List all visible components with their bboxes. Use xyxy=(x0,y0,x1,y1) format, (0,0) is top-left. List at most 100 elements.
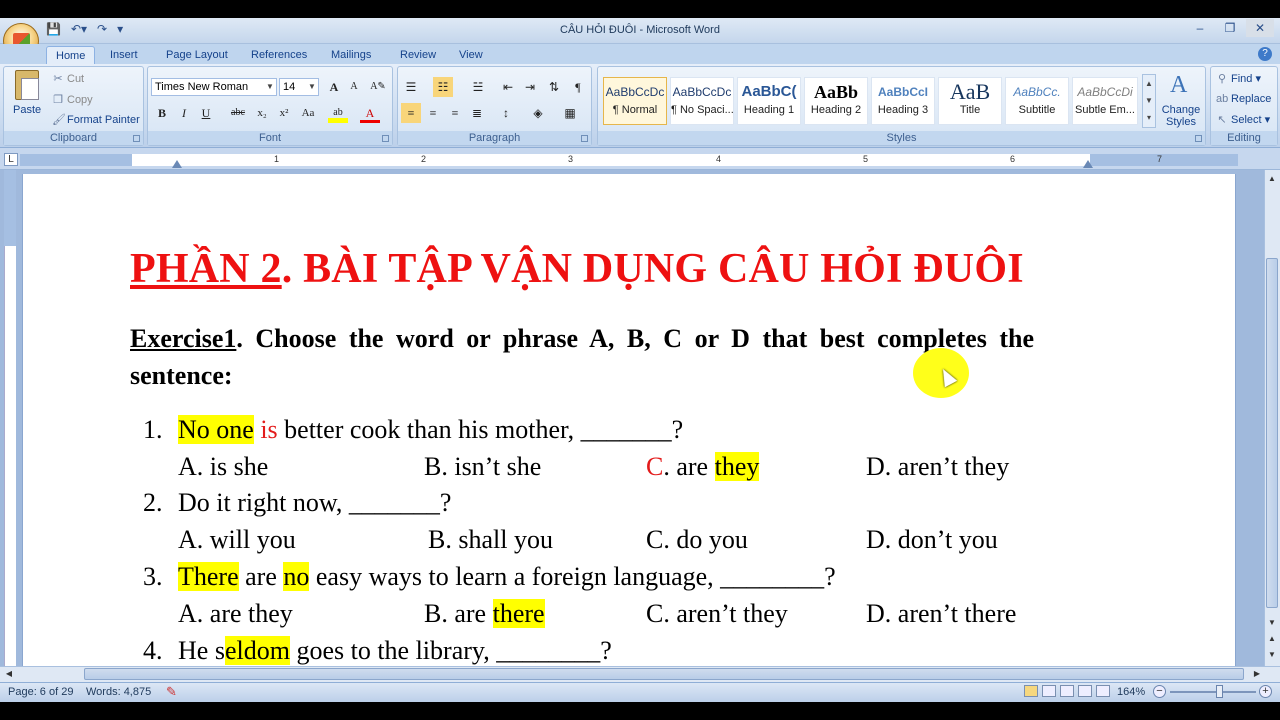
styles-gallery-scroll[interactable]: ▲ ▼ ▾ xyxy=(1142,74,1156,128)
sort-icon[interactable]: ⇅ xyxy=(544,77,564,97)
tab-insert[interactable]: Insert xyxy=(101,46,147,64)
scroll-left-icon[interactable]: ◀ xyxy=(2,667,16,681)
zoom-in-icon[interactable]: + xyxy=(1259,685,1272,698)
web-layout-icon[interactable] xyxy=(1060,685,1074,697)
q3-option-b: B. are there xyxy=(424,599,545,629)
borders-icon[interactable]: ▦ xyxy=(560,103,580,123)
draft-icon[interactable] xyxy=(1096,685,1110,697)
horizontal-scroll-thumb[interactable] xyxy=(84,668,1244,680)
zoom-slider[interactable] xyxy=(1170,691,1256,693)
superscript-button[interactable]: x² xyxy=(274,103,294,123)
clipboard-launcher[interactable] xyxy=(133,135,140,142)
next-page-icon[interactable]: ▼ xyxy=(1265,648,1279,662)
font-size-combo[interactable]: 14 ▼ xyxy=(279,78,319,96)
change-styles-icon[interactable]: A xyxy=(1170,72,1187,99)
tab-view[interactable]: View xyxy=(450,46,492,64)
style-heading-1[interactable]: AaBbC(Heading 1 xyxy=(737,77,801,125)
font-launcher[interactable] xyxy=(382,135,389,142)
print-layout-icon[interactable] xyxy=(1024,685,1038,697)
font-name-combo[interactable]: Times New Roman ▼ xyxy=(151,78,277,96)
highlight-icon[interactable]: ab xyxy=(328,103,348,123)
cut-button[interactable]: ✂ Cut xyxy=(52,72,84,85)
subscript-button[interactable]: x₂ xyxy=(252,103,272,123)
line-spacing-icon[interactable]: ↕ xyxy=(496,103,516,123)
style-name: ¶ Normal xyxy=(612,104,658,116)
font-color-icon[interactable]: A xyxy=(360,103,380,123)
change-styles-button[interactable]: Change Styles xyxy=(1160,104,1202,128)
shading-icon[interactable]: ◈ xyxy=(528,103,548,123)
multilevel-list-icon[interactable]: ☱ xyxy=(468,77,488,97)
style-heading-3[interactable]: AaBbCcI Heading 3 xyxy=(871,77,935,125)
zoom-level[interactable]: 164% xyxy=(1117,686,1145,698)
style-no-spacing[interactable]: AaBbCcDc ¶ No Spaci... xyxy=(670,77,734,125)
tab-references[interactable]: References xyxy=(242,46,316,64)
style-subtitle[interactable]: AaBbCc. Subtitle xyxy=(1005,77,1069,125)
bold-button[interactable]: B xyxy=(152,103,172,123)
styles-launcher[interactable] xyxy=(1195,135,1202,142)
editing-group-label: Editing xyxy=(1211,131,1277,145)
numbering-icon[interactable]: ☷ xyxy=(433,77,453,97)
ruler-number: 1 xyxy=(274,154,280,164)
paragraph-launcher[interactable] xyxy=(581,135,588,142)
style-name: Heading 1 xyxy=(743,104,795,116)
outline-icon[interactable] xyxy=(1078,685,1092,697)
proofing-icon[interactable]: ✎ xyxy=(166,684,177,700)
style-subtle-emphasis[interactable]: AaBbCcDi Subtle Em... xyxy=(1072,77,1138,125)
right-indent-marker[interactable] xyxy=(1083,160,1093,168)
style-heading-2[interactable]: AaBb Heading 2 xyxy=(804,77,868,125)
change-case-button[interactable]: Aa xyxy=(298,103,318,123)
increase-indent-icon[interactable]: ⇥ xyxy=(520,77,540,97)
full-screen-reading-icon[interactable] xyxy=(1042,685,1056,697)
q2-option-b: B. shall you xyxy=(428,525,553,554)
zoom-slider-thumb[interactable] xyxy=(1216,685,1223,698)
replace-button[interactable]: ab Replace xyxy=(1216,93,1271,105)
help-icon[interactable]: ? xyxy=(1258,47,1272,61)
find-button[interactable]: ⚲ Find ▾ xyxy=(1216,72,1261,85)
vertical-scroll-thumb[interactable] xyxy=(1266,258,1278,608)
tab-review[interactable]: Review xyxy=(391,46,445,64)
q2-option-d: D. don’t you xyxy=(866,525,998,554)
style-title[interactable]: AaB Title xyxy=(938,77,1002,125)
copy-button[interactable]: ❐ Copy xyxy=(52,93,93,106)
bullets-icon[interactable]: ☰ xyxy=(401,77,421,97)
word-count[interactable]: Words: 4,875 xyxy=(86,686,151,698)
scroll-up-icon[interactable]: ▲ xyxy=(1265,172,1279,186)
tab-selector[interactable]: L xyxy=(4,153,18,166)
scroll-right-icon[interactable]: ▶ xyxy=(1250,667,1264,681)
shrink-font-button[interactable]: A xyxy=(344,77,364,97)
paste-button[interactable]: Paste xyxy=(13,104,41,116)
underline-button[interactable]: U xyxy=(196,103,216,123)
strikethrough-button[interactable]: abc xyxy=(228,103,248,123)
align-right-icon[interactable]: ≡ xyxy=(445,103,465,123)
grow-font-button[interactable]: A xyxy=(324,77,344,97)
page-count[interactable]: Page: 6 of 29 xyxy=(8,686,73,698)
zoom-out-icon[interactable]: − xyxy=(1153,685,1166,698)
maximize-button[interactable]: ❐ xyxy=(1216,19,1244,37)
style-name: Subtitle xyxy=(1018,104,1056,116)
clear-format-icon[interactable]: A✎ xyxy=(368,77,388,97)
horizontal-ruler[interactable] xyxy=(132,154,1238,166)
align-left-icon[interactable]: ≡ xyxy=(401,103,421,123)
style-name: Title xyxy=(959,104,981,116)
left-indent-marker[interactable] xyxy=(172,160,182,168)
decrease-indent-icon[interactable]: ⇤ xyxy=(498,77,518,97)
justify-icon[interactable]: ≣ xyxy=(467,103,487,123)
style-normal[interactable]: AaBbCcDc ¶ Normal xyxy=(603,77,667,125)
tab-page-layout[interactable]: Page Layout xyxy=(157,46,237,64)
tab-home[interactable]: Home xyxy=(46,46,96,64)
minimize-button[interactable]: – xyxy=(1186,19,1214,37)
style-name: Heading 2 xyxy=(810,104,862,116)
select-button[interactable]: ↖ Select ▾ xyxy=(1216,113,1270,126)
format-painter-button[interactable]: 🖌Format Painter xyxy=(52,113,140,126)
close-button[interactable]: ✕ xyxy=(1246,19,1274,37)
section-heading: PHẦN 2. BÀI TẬP VẬN DỤNG CÂU HỎI ĐUÔI xyxy=(130,245,1024,293)
highlight: No one xyxy=(178,415,254,444)
italic-button[interactable]: I xyxy=(174,103,194,123)
ruler-right-margin xyxy=(1090,154,1238,166)
tab-mailings[interactable]: Mailings xyxy=(322,46,380,64)
scroll-down-icon[interactable]: ▼ xyxy=(1265,616,1279,630)
paste-icon[interactable] xyxy=(15,70,39,100)
align-center-icon[interactable]: ≡ xyxy=(423,103,443,123)
show-formatting-icon[interactable]: ¶ xyxy=(568,77,588,97)
previous-page-icon[interactable]: ▲ xyxy=(1265,632,1279,646)
